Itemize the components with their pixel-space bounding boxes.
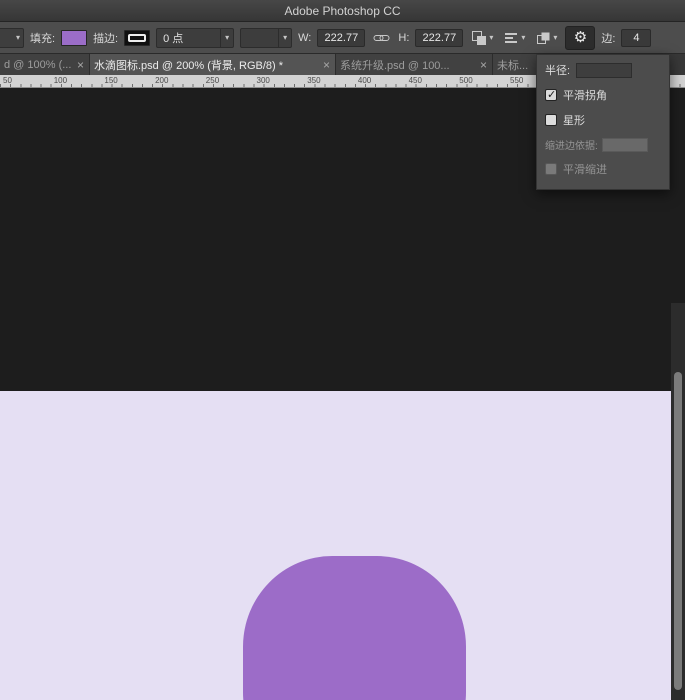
canvas[interactable] [0, 391, 671, 700]
ruler-tick-label: 450 [409, 76, 422, 85]
chevron-down-icon[interactable]: ▾ [278, 29, 291, 47]
width-input[interactable] [317, 29, 365, 47]
align-edges-button[interactable]: ▾ [501, 28, 527, 48]
indent-row: 缩进边依据: [545, 137, 661, 152]
tab-label: d @ 100% (... [4, 59, 72, 71]
ruler-tick-label: 350 [307, 76, 320, 85]
shape-settings-gear-button[interactable]: ⚙ [565, 26, 595, 50]
stroke-style-select[interactable]: ▾ [240, 28, 292, 48]
sides-label: 边: [601, 30, 615, 46]
ruler-tick-label: 250 [206, 76, 219, 85]
ruler-tick-label: 200 [155, 76, 168, 85]
indent-label: 缩进边依据: [545, 137, 598, 152]
stroke-width-value: 0 点 [157, 30, 220, 46]
fill-label: 填充: [30, 30, 55, 46]
stroke-color-swatch[interactable] [124, 30, 150, 46]
radius-label: 半径: [545, 62, 570, 78]
scrollbar-thumb[interactable] [674, 372, 682, 690]
tab-close-icon[interactable]: × [77, 59, 84, 71]
arrange-button[interactable]: ▾ [533, 28, 559, 48]
chevron-down-icon[interactable]: ▾ [220, 29, 233, 47]
ruler-tick-label: 150 [104, 76, 117, 85]
document-tab[interactable]: 未标... [493, 54, 539, 75]
chain-link-icon [373, 30, 390, 46]
smooth-corners-label: 平滑拐角 [563, 87, 607, 103]
polygon-options-popup: 半径: 平滑拐角 星形 缩进边依据: 平滑缩进 [536, 54, 670, 190]
checkbox-star[interactable] [545, 114, 557, 126]
document-tab[interactable]: d @ 100% (... × [0, 54, 90, 75]
tab-close-icon[interactable]: × [480, 59, 487, 71]
window-title-bar[interactable]: Adobe Photoshop CC [0, 0, 685, 22]
polygon-shape[interactable] [243, 556, 466, 700]
ruler-tick-label: 300 [257, 76, 270, 85]
smooth-indent-label: 平滑缩进 [563, 161, 607, 177]
tool-options-bar: ▾ 填充: 描边: 0 点 ▾ ▾ W: H: [0, 22, 685, 54]
star-label: 星形 [563, 112, 585, 128]
tab-label: 系统升级.psd @ 100... [340, 57, 475, 73]
gear-icon: ⚙ [574, 30, 587, 45]
ruler-tick-label: 550 [510, 76, 523, 85]
radius-input[interactable] [576, 63, 632, 78]
checkbox-smooth-corners[interactable] [545, 89, 557, 101]
path-operations-button[interactable]: ▾ [469, 28, 495, 48]
ruler-tick-label: 50 [3, 76, 12, 85]
chevron-down-icon: ▾ [521, 34, 525, 42]
link-dimensions-button[interactable] [371, 28, 392, 48]
width-label: W: [298, 32, 311, 44]
smooth-corners-row[interactable]: 平滑拐角 [545, 87, 661, 103]
chevron-down-icon: ▾ [553, 34, 557, 42]
stroke-label: 描边: [93, 30, 118, 46]
height-input[interactable] [415, 29, 463, 47]
path-operations-icon [471, 30, 487, 46]
vertical-scrollbar[interactable] [671, 303, 685, 700]
smooth-indent-row: 平滑缩进 [545, 161, 661, 177]
chevron-down-icon: ▾ [16, 34, 20, 42]
arrange-icon [535, 30, 551, 46]
indent-input [602, 138, 648, 152]
align-icon [503, 30, 519, 46]
radius-row: 半径: [545, 62, 661, 78]
stroke-width-select[interactable]: 0 点 ▾ [156, 28, 234, 48]
document-tab[interactable]: 系统升级.psd @ 100... × [336, 54, 493, 75]
tool-preset-dropdown[interactable]: ▾ [0, 28, 24, 48]
fill-color-swatch[interactable] [61, 30, 87, 46]
star-row[interactable]: 星形 [545, 112, 661, 128]
ruler-tick-label: 400 [358, 76, 371, 85]
tab-close-icon[interactable]: × [323, 59, 330, 71]
ruler-tick-label: 100 [54, 76, 67, 85]
photoshop-window: Adobe Photoshop CC ▾ 填充: 描边: 0 点 ▾ ▾ W: … [0, 0, 685, 700]
stroke-preview-icon [128, 34, 146, 42]
tab-label: 水滴图标.psd @ 200% (背景, RGB/8) * [94, 57, 318, 73]
height-label: H: [398, 32, 409, 44]
window-title: Adobe Photoshop CC [284, 4, 400, 18]
sides-input[interactable] [621, 29, 651, 47]
checkbox-smooth-indent [545, 163, 557, 175]
document-tab[interactable]: 水滴图标.psd @ 200% (背景, RGB/8) * × [90, 54, 336, 75]
tab-label: 未标... [497, 57, 534, 73]
chevron-down-icon: ▾ [489, 34, 493, 42]
ruler-tick-label: 500 [459, 76, 472, 85]
